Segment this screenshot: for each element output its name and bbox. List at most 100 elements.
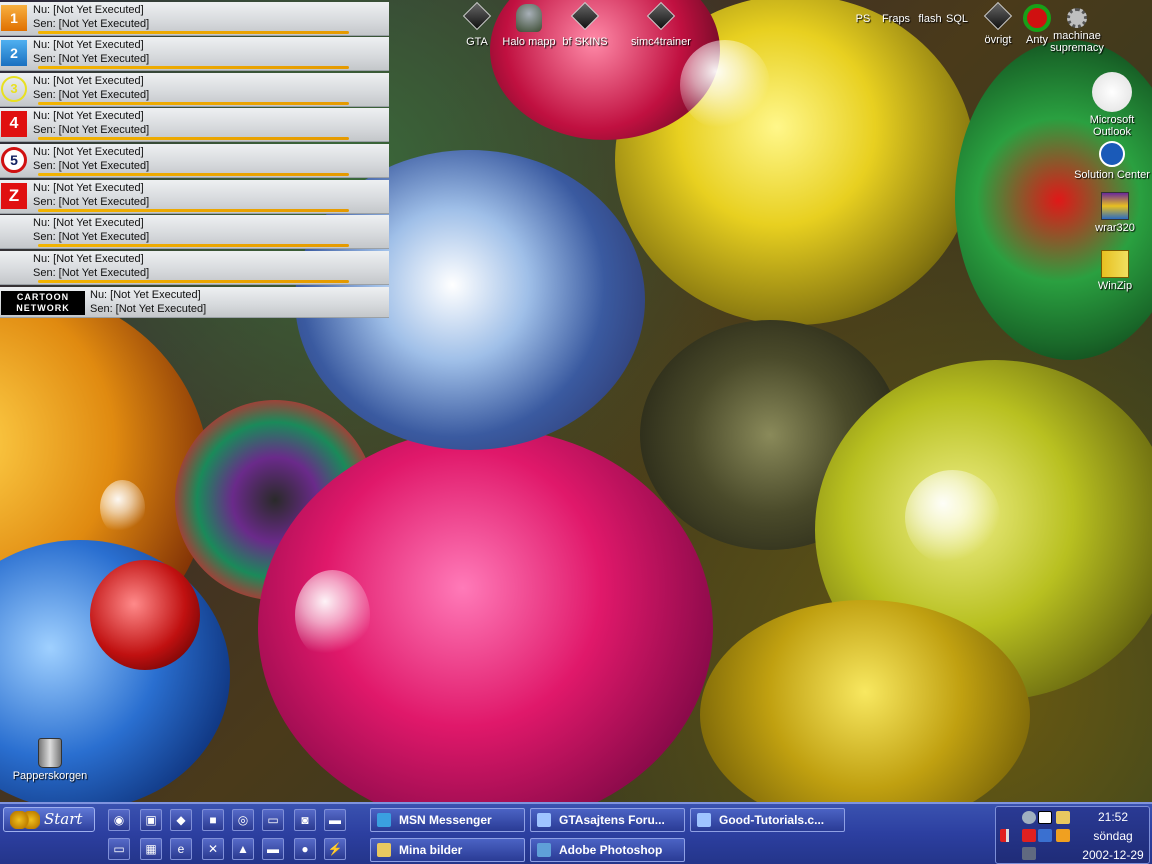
next-showing: Sen: [Not Yet Executed] [33,160,150,172]
desktop-icon-machinae-supremacy[interactable]: machinae supremacy [1048,8,1106,54]
next-showing: Sen: [Not Yet Executed] [33,89,150,101]
taskbar-button-mina-bilder[interactable]: Mina bilder [370,838,525,862]
quicklaunch-tool-icon[interactable]: ◆ [170,809,192,831]
desktop-icon-halo-mapp[interactable]: Halo mapp [500,4,558,48]
progress-bar [38,102,349,105]
folder-icon [377,843,391,857]
channel-2-logo: 2 [1,40,27,66]
display-icon[interactable] [1038,829,1052,842]
tv-guide-panel: 1 Nu: [Not Yet Executed] Sen: [Not Yet Ex… [0,2,389,318]
next-showing: Sen: [Not Yet Executed] [33,231,150,243]
channel-3-logo: 3 [1,76,27,102]
tv-guide-row[interactable]: CARTOON NETWORK Nu: [Not Yet Executed] Se… [0,287,389,318]
msn-messenger-icon [377,813,391,827]
shortcut-icon [983,1,1013,31]
start-button[interactable]: Start [3,807,95,832]
desktop-icon-gta[interactable]: GTA [458,1,496,48]
quicklaunch-browser-icon[interactable]: ◉ [108,809,130,831]
now-showing: Nu: [Not Yet Executed] [33,253,144,265]
wallpaper-ball-red-small [90,560,200,670]
outlook-icon [1092,72,1132,112]
gear-icon [1067,8,1087,28]
desktop-icon-dell-solution-center[interactable]: Solution Center [1072,141,1152,181]
next-showing: Sen: [Not Yet Executed] [33,267,150,279]
quicklaunch-game-icon[interactable]: ■ [202,809,224,831]
recycle-bin-icon [38,738,62,768]
quicklaunch-desktop-icon[interactable]: ▬ [324,809,346,831]
progress-bar [38,209,349,212]
now-showing: Nu: [Not Yet Executed] [33,75,144,87]
system-tray: 21:52 söndag 2002-12-29 [995,806,1150,864]
desktop-icon-sql[interactable]: SQL [945,13,969,25]
now-showing: Nu: [Not Yet Executed] [33,217,144,229]
now-showing: Nu: [Not Yet Executed] [33,182,144,194]
tv-guide-row[interactable]: 4 Nu: [Not Yet Executed] Sen: [Not Yet Ex… [0,108,389,142]
dell-icon [1099,141,1125,167]
lite-icon[interactable] [1038,811,1052,824]
quicklaunch-calc-icon[interactable]: ▦ [140,838,162,860]
quicklaunch-warning-icon[interactable]: ▲ [232,838,254,860]
now-showing: Nu: [Not Yet Executed] [33,146,144,158]
tv-guide-row[interactable]: Nu: [Not Yet Executed] Sen: [Not Yet Exec… [0,215,389,249]
desktop-icon-winrar[interactable]: wrar320 [1092,192,1138,234]
now-showing: Nu: [Not Yet Executed] [33,4,144,16]
now-showing: Nu: [Not Yet Executed] [33,39,144,51]
folder-icon[interactable] [1056,811,1070,824]
taskbar-button-adobe-photoshop[interactable]: Adobe Photoshop [530,838,685,862]
quicklaunch-lightning-icon[interactable]: ⚡ [324,838,346,860]
taskbar-button-good-tutorials[interactable]: Good-Tutorials.c... [690,808,845,832]
tv-guide-row[interactable]: 3 Nu: [Not Yet Executed] Sen: [Not Yet Ex… [0,73,389,107]
quicklaunch-media-icon[interactable]: ◙ [294,809,316,831]
shortcut-icon [570,1,600,31]
next-showing: Sen: [Not Yet Executed] [33,18,150,30]
ie-icon [537,813,551,827]
progress-bar [38,173,349,176]
tv-guide-row[interactable]: 1 Nu: [Not Yet Executed] Sen: [Not Yet Ex… [0,2,389,36]
next-showing: Sen: [Not Yet Executed] [33,124,150,136]
quicklaunch-window-icon[interactable]: ▭ [108,838,130,860]
desktop-icon-fraps[interactable]: Fraps [880,13,912,25]
clock-time[interactable]: 21:52 [1076,810,1150,824]
desktop-icon-simc4trainer[interactable]: simc4trainer [630,1,692,48]
monitor-icon[interactable] [1022,847,1036,860]
desktop-icon-bf-skins[interactable]: bf SKINS [560,1,610,48]
desktop-icon-winzip[interactable]: WinZip [1094,250,1136,292]
shortcut-icon [646,1,676,31]
quicklaunch-player-icon[interactable]: ● [294,838,316,860]
tv-guide-row[interactable]: 5 Nu: [Not Yet Executed] Sen: [Not Yet Ex… [0,144,389,178]
taskbar: Start ◉ ▣ ◆ ■ ◎ ▭ ◙ ▬ ▭ ▦ e ✕ ▲ ▬ ● ⚡ MS… [0,802,1152,864]
tv-guide-row[interactable]: Nu: [Not Yet Executed] Sen: [Not Yet Exec… [0,251,389,285]
tv-guide-row[interactable]: 2 Nu: [Not Yet Executed] Sen: [Not Yet Ex… [0,37,389,71]
desktop-icon-ovrigt[interactable]: övrigt [978,1,1018,46]
antivirus-icon[interactable] [1022,829,1036,842]
next-showing: Sen: [Not Yet Executed] [90,303,207,315]
desktop-icon-ps[interactable]: PS [853,13,873,25]
start-bells-icon [10,811,40,829]
photoshop-icon [537,843,551,857]
halo-icon [516,4,542,32]
taskbar-button-msn-messenger[interactable]: MSN Messenger [370,808,525,832]
quicklaunch-window-icon[interactable]: ▭ [262,809,284,831]
desktop-icon-flash[interactable]: flash [916,13,944,25]
desktop-icon-microsoft-outlook[interactable]: Microsoft Outlook [1084,72,1140,138]
shortcut-icon [462,1,492,31]
speaker-icon[interactable] [1000,829,1014,842]
quicklaunch-app-icon[interactable]: ▣ [140,809,162,831]
quicklaunch-drive-icon[interactable]: ▬ [262,838,284,860]
progress-bar [38,137,349,140]
channel-z-logo: Z [1,183,27,209]
wallpaper-ball-yellow-bottom [700,600,1030,830]
network-icon[interactable] [1022,811,1036,824]
taskbar-button-gtasajtens-forum[interactable]: GTAsajtens Foru... [530,808,685,832]
lightning-icon[interactable] [1056,829,1070,842]
progress-bar [38,66,349,69]
quicklaunch-search-icon[interactable]: ◎ [232,809,254,831]
winzip-icon [1101,250,1129,278]
quicklaunch-ie-icon[interactable]: e [170,838,192,860]
now-showing: Nu: [Not Yet Executed] [33,110,144,122]
winrar-icon [1101,192,1129,220]
desktop-icon-recycle-bin[interactable]: Papperskorgen [10,738,90,782]
quicklaunch-close-icon[interactable]: ✕ [202,838,224,860]
progress-bar [38,244,349,247]
tv-guide-row[interactable]: Z Nu: [Not Yet Executed] Sen: [Not Yet Ex… [0,180,389,214]
